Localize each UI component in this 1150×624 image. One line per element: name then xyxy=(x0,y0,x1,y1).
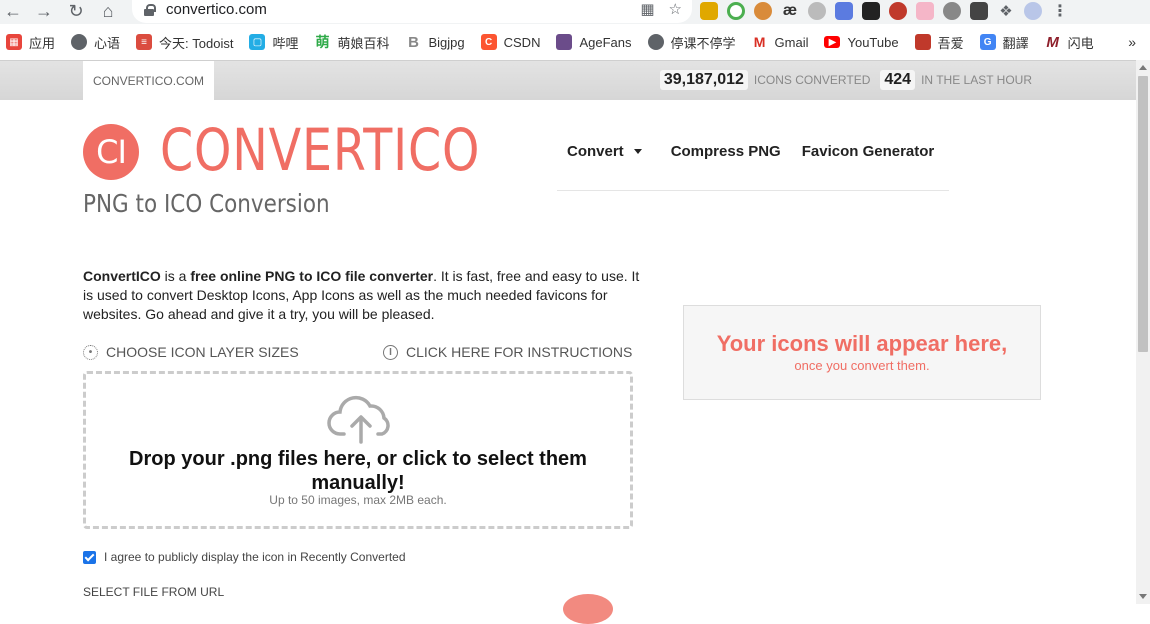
agree-checkbox[interactable] xyxy=(83,550,96,564)
extension-icon[interactable] xyxy=(970,2,988,20)
gear-icon: • xyxy=(83,344,98,360)
extension-icon[interactable] xyxy=(727,2,745,20)
choose-sizes-link[interactable]: • Choose icon layer sizes xyxy=(83,344,299,360)
bookmark-bilibili[interactable]: ▢ 哔哩 xyxy=(249,33,298,52)
reload-icon[interactable]: ↻ xyxy=(65,0,87,22)
52pojie-icon xyxy=(914,34,931,50)
back-icon[interactable]: ← xyxy=(2,0,24,22)
page-scrollbar[interactable] xyxy=(1136,60,1150,604)
dropzone-title: Drop your .png files here, or click to s… xyxy=(129,448,587,494)
adblock-icon[interactable] xyxy=(889,2,907,20)
bookmark-gmail[interactable]: M Gmail xyxy=(752,34,809,50)
icons-converted-label: icons converted xyxy=(753,73,871,87)
convert-button-partial[interactable] xyxy=(563,594,613,624)
file-dropzone[interactable]: Drop your .png files here, or click to s… xyxy=(83,371,633,529)
dropzone-subtitle: Up to 50 images, max 2MB each. xyxy=(269,493,447,507)
agree-label: I agree to publicly display the icon in … xyxy=(104,550,406,564)
bookmark-youtube[interactable]: ▶ YouTube xyxy=(824,35,899,50)
menu-kebab-icon[interactable]: ⋮ xyxy=(1051,2,1069,20)
avatar[interactable] xyxy=(1024,2,1042,20)
bookmarks-bar: ▦ 应用 心语 ≡ 今天: Todoist ▢ 哔哩 萌萌娘百科 B Bigjpg CC… xyxy=(0,29,1150,55)
bookmark-shandian[interactable]: M 闪电 xyxy=(1045,33,1093,52)
gmail-icon: M xyxy=(753,34,766,50)
site-home-tab[interactable]: CONVERTICO.COM xyxy=(83,61,214,101)
extension-icon[interactable] xyxy=(835,2,853,20)
todoist-icon: ≡ xyxy=(136,34,153,50)
agree-option[interactable]: I agree to publicly display the icon in … xyxy=(83,550,406,564)
icons-result-panel: Your icons will appear here, once you co… xyxy=(683,305,1041,400)
scroll-up-icon[interactable] xyxy=(1139,65,1147,70)
bookmark-translate[interactable]: G 翻譯 xyxy=(979,33,1029,52)
extension-icon[interactable] xyxy=(943,2,961,20)
nav-compress-png[interactable]: Compress PNG xyxy=(671,137,781,165)
extension-icon[interactable] xyxy=(808,2,826,20)
globe-icon xyxy=(71,34,88,50)
scroll-down-icon[interactable] xyxy=(1139,594,1147,599)
youtube-icon: ▶ xyxy=(824,36,841,48)
info-icon: i xyxy=(383,344,398,360)
site-top-strip: CONVERTICO.COM 39,187,012 icons converte… xyxy=(0,60,1136,101)
csdn-icon: C xyxy=(480,34,497,50)
scrollbar-thumb[interactable] xyxy=(1138,76,1148,352)
bookmark-bigjpg[interactable]: B Bigjpg xyxy=(405,33,465,51)
last-hour-label: in the last hour xyxy=(921,73,1032,87)
bookmark-todoist[interactable]: ≡ 今天: Todoist xyxy=(136,33,233,52)
google-translate-icon: G xyxy=(979,34,996,50)
bookmark-agefans[interactable]: AgeFans xyxy=(556,34,632,50)
agefans-icon xyxy=(556,34,573,50)
bookmarks-overflow-button[interactable]: » xyxy=(1128,29,1136,55)
address-bar[interactable]: convertico.com ▦ ☆ xyxy=(132,0,692,23)
cloud-upload-icon xyxy=(327,395,390,444)
extension-icon[interactable] xyxy=(862,2,880,20)
puzzle-icon[interactable]: ❖ xyxy=(997,2,1015,20)
lock-icon[interactable] xyxy=(144,3,156,16)
bookmark-xinyu[interactable]: 心语 xyxy=(71,33,120,52)
bigjpg-icon: B xyxy=(408,33,419,51)
caret-down-icon xyxy=(633,148,642,154)
browser-toolbar: ← → ↻ ⌂ convertico.com ▦ ☆ æ ❖ ⋮ xyxy=(0,0,1150,24)
nav-convert[interactable]: Convert xyxy=(567,137,642,165)
url-text[interactable]: convertico.com xyxy=(166,1,267,18)
bookmark-tingke[interactable]: 停课不停学 xyxy=(647,33,736,52)
globe-icon xyxy=(647,34,664,50)
moegirl-icon: 萌 xyxy=(315,34,330,50)
bookmark-star-icon[interactable]: ☆ xyxy=(669,0,682,18)
translate-icon[interactable]: ▦ xyxy=(640,0,654,18)
extension-icon[interactable]: æ xyxy=(781,2,799,20)
instructions-link[interactable]: i Click here for instructions xyxy=(383,344,632,360)
forward-icon[interactable]: → xyxy=(33,0,55,22)
select-file-from-url-label[interactable]: Select file from URL xyxy=(83,585,224,599)
apps-grid-icon: ▦ xyxy=(6,34,22,50)
logo-wordmark[interactable]: CONVERTICO xyxy=(160,118,480,182)
bookmark-csdn[interactable]: C CSDN xyxy=(480,34,540,50)
site-tagline: PNG to ICO Conversion xyxy=(83,189,330,218)
conversion-counter: 39,187,012 icons converted 424 in the la… xyxy=(659,70,1042,90)
shandian-icon: M xyxy=(1046,33,1059,51)
bilibili-icon: ▢ xyxy=(249,34,266,50)
bookmark-moegirl[interactable]: 萌萌娘百科 xyxy=(314,33,389,52)
icons-converted-count: 39,187,012 xyxy=(659,70,748,90)
last-hour-count: 424 xyxy=(880,70,916,90)
home-icon[interactable]: ⌂ xyxy=(97,0,119,22)
intro-paragraph: ConvertICO is a free online PNG to ICO f… xyxy=(83,268,640,322)
bookmark-52pojie[interactable]: 吾爱 xyxy=(914,33,964,52)
nav-favicon-generator[interactable]: Favicon Generator xyxy=(802,137,935,165)
bookmark-apps[interactable]: ▦ 应用 xyxy=(6,33,55,52)
icons-result-subtext: once you convert them. xyxy=(794,358,930,373)
extension-icon[interactable] xyxy=(700,2,718,20)
logo-mark[interactable]: CI xyxy=(83,124,139,180)
extension-icon[interactable] xyxy=(916,2,934,20)
site-nav: Convert Compress PNG Favicon Generator xyxy=(557,137,949,191)
icons-result-heading: Your icons will appear here, xyxy=(716,331,1008,356)
extension-icon[interactable] xyxy=(754,2,772,20)
extensions-bar: æ ❖ ⋮ xyxy=(700,0,1069,22)
